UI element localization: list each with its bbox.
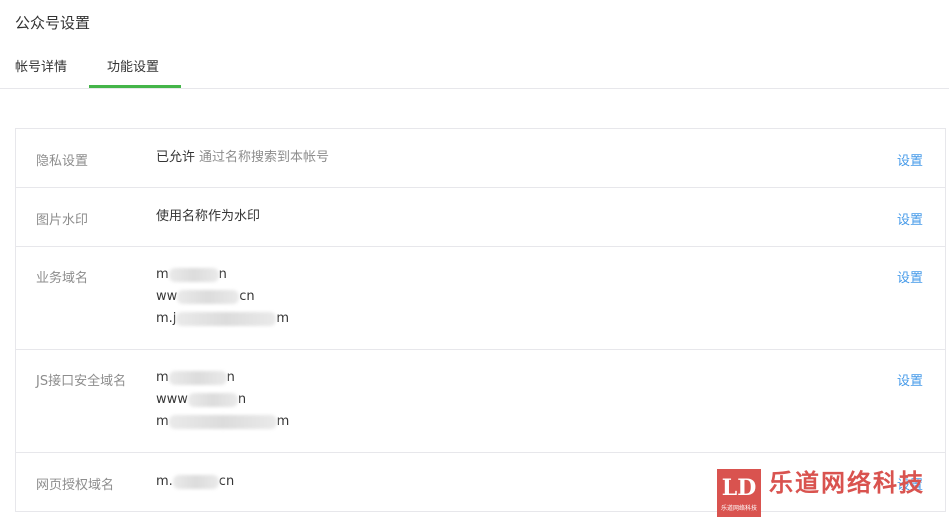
domain-entry: www n — [156, 392, 247, 407]
row-watermark: 图片水印 使用名称作为水印 设置 — [16, 188, 945, 247]
row-label: JS接口安全域名 — [36, 374, 127, 389]
row-label: 图片水印 — [36, 213, 89, 228]
domain-entry: m.j m — [156, 311, 290, 326]
row-value: 已允许 通过名称搜索到本帐号 — [156, 147, 329, 169]
domain-entry: mn — [156, 267, 227, 282]
watermark-text: 乐道网络科技 — [769, 469, 925, 497]
settings-panel: 隐私设置 已允许 通过名称搜索到本帐号 设置 图片水印 使用名称作为水印 设置 业… — [15, 128, 946, 512]
domain-entry: ww cn — [156, 289, 255, 304]
active-tab-underline — [89, 85, 181, 88]
business-domain-settings-link[interactable]: 设置 — [897, 267, 923, 286]
row-business-domain: 业务域名 mn ww cn m.j m 设置 — [16, 247, 945, 350]
row-label: 隐私设置 — [36, 154, 89, 169]
privacy-status: 已允许 — [156, 150, 196, 165]
row-js-domain: JS接口安全域名 mn www n mm 设置 — [16, 350, 945, 453]
domain-list: mn www n mm — [156, 367, 289, 433]
privacy-desc: 通过名称搜索到本帐号 — [199, 150, 330, 165]
privacy-settings-link[interactable]: 设置 — [897, 150, 923, 169]
tab-bar: 帐号详情 功能设置 — [0, 50, 949, 89]
row-label: 网页授权域名 — [36, 478, 115, 493]
tab-feature-settings[interactable]: 功能设置 — [107, 56, 159, 75]
domain-list: mn ww cn m.j m — [156, 264, 289, 330]
domain-entry: mn — [156, 370, 235, 385]
page-title: 公众号设置 — [15, 14, 91, 32]
watermark-settings-link[interactable]: 设置 — [897, 209, 923, 228]
domain-entry: mm — [156, 414, 290, 429]
row-privacy: 隐私设置 已允许 通过名称搜索到本帐号 设置 — [16, 129, 945, 188]
domain-list: m. cn — [156, 471, 234, 493]
row-label: 业务域名 — [36, 271, 89, 286]
tab-account-details[interactable]: 帐号详情 — [15, 56, 67, 75]
watermark-logo: LD 乐道网络科技 乐道网络科技 — [713, 469, 943, 519]
row-value: 使用名称作为水印 — [156, 209, 261, 224]
domain-entry: m. cn — [156, 474, 235, 489]
js-domain-settings-link[interactable]: 设置 — [897, 370, 923, 389]
watermark-badge: LD 乐道网络科技 — [717, 469, 761, 517]
